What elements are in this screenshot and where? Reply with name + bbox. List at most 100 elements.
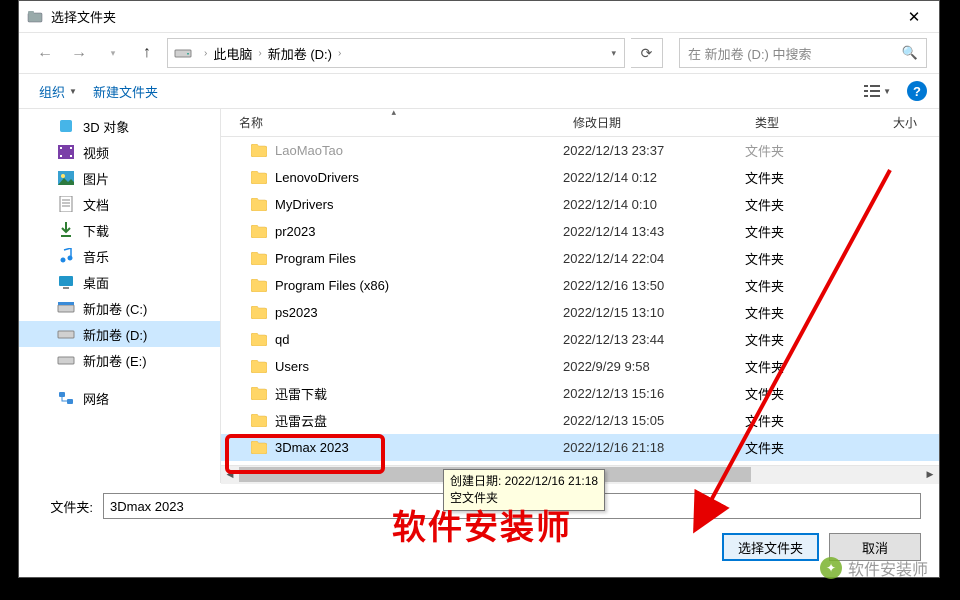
breadcrumb-sep-icon: › [204,48,207,59]
file-type: 文件夹 [745,330,883,349]
drive-icon [174,46,192,60]
network-icon [57,390,75,406]
file-name: pr2023 [275,224,315,239]
column-name[interactable]: ▴名称 [221,109,563,136]
wechat-icon: ✦ [820,557,842,579]
sidebar-item[interactable]: 图片 [19,165,220,191]
folder-picker-dialog: 选择文件夹 ✕ ← → ▾ ↑ › 此电脑 › 新加卷 (D:) › ▾ ⟳ 在… [18,0,940,578]
file-list[interactable]: LaoMaoTao2022/12/13 23:37文件夹LenovoDriver… [221,137,939,465]
desk-icon [57,274,75,290]
sidebar-item[interactable]: 桌面 [19,269,220,295]
video-icon [57,144,75,160]
sidebar-item-network[interactable]: 网络 [19,385,220,411]
search-input[interactable]: 在 新加卷 (D:) 中搜索 🔍 [679,38,927,68]
file-type: 文件夹 [745,411,883,430]
sidebar-item[interactable]: 新加卷 (C:) [19,295,220,321]
file-name: Program Files (x86) [275,278,389,293]
column-headers[interactable]: ▴名称 修改日期 类型 大小 [221,109,939,137]
file-row[interactable]: ps20232022/12/15 13:10文件夹 [221,299,939,326]
address-bar[interactable]: › 此电脑 › 新加卷 (D:) › ▾ [167,38,625,68]
nav-row: ← → ▾ ↑ › 此电脑 › 新加卷 (D:) › ▾ ⟳ 在 新加卷 (D:… [19,33,939,73]
nav-up-button[interactable]: ↑ [133,39,161,67]
file-date: 2022/9/29 9:58 [563,359,745,374]
help-button[interactable]: ? [907,81,927,101]
folder-icon [251,198,267,211]
file-row[interactable]: Program Files2022/12/14 22:04文件夹 [221,245,939,272]
app-icon [27,9,43,25]
file-type: 文件夹 [745,222,883,241]
scroll-left-icon[interactable]: ◀ [221,466,239,484]
sidebar-item[interactable]: 下载 [19,217,220,243]
nav-back-button[interactable]: ← [31,39,59,67]
address-dropdown-icon[interactable]: ▾ [611,48,616,59]
main-area: 3D 对象视频图片文档下载音乐桌面新加卷 (C:)新加卷 (D:)新加卷 (E:… [19,109,939,483]
refresh-button[interactable]: ⟳ [631,38,663,68]
column-size[interactable]: 大小 [883,109,939,136]
file-date: 2022/12/14 0:10 [563,197,745,212]
sidebar-tree[interactable]: 3D 对象视频图片文档下载音乐桌面新加卷 (C:)新加卷 (D:)新加卷 (E:… [19,109,221,483]
search-placeholder: 在 新加卷 (D:) 中搜索 [688,44,902,63]
nav-recent-button[interactable]: ▾ [99,39,127,67]
folder-icon [251,171,267,184]
file-date: 2022/12/13 15:16 [563,386,745,401]
folder-icon [251,144,267,157]
drive-icon [57,326,75,342]
file-name: Users [275,359,309,374]
file-type: 文件夹 [745,168,883,187]
drive-icon [57,352,75,368]
toolbar: 组织▼ 新建文件夹 ▼ ? [19,73,939,109]
select-folder-button[interactable]: 选择文件夹 [722,533,819,561]
file-date: 2022/12/14 0:12 [563,170,745,185]
file-type: 文件夹 [745,303,883,322]
file-row[interactable]: qd2022/12/13 23:44文件夹 [221,326,939,353]
tooltip: 创建日期: 2022/12/16 21:18 空文件夹 [443,469,605,511]
folder-icon [251,387,267,400]
watermark-badge: ✦ 软件安装师 [820,556,928,580]
sidebar-item[interactable]: 3D 对象 [19,113,220,139]
folder-label: 文件夹: [37,497,93,516]
file-row[interactable]: 迅雷云盘2022/12/13 15:05文件夹 [221,407,939,434]
file-row[interactable]: pr20232022/12/14 13:43文件夹 [221,218,939,245]
folder-icon [251,306,267,319]
sidebar-item[interactable]: 新加卷 (E:) [19,347,220,373]
scroll-right-icon[interactable]: ▶ [921,466,939,484]
file-name: LaoMaoTao [275,143,343,158]
sidebar-item[interactable]: 文档 [19,191,220,217]
file-type: 文件夹 [745,438,883,457]
view-mode-button[interactable]: ▼ [858,82,897,100]
organize-button[interactable]: 组织▼ [31,78,85,105]
file-type: 文件夹 [745,141,883,160]
breadcrumb-pc[interactable]: 此电脑 [213,44,252,63]
file-row[interactable]: 迅雷下载2022/12/13 15:16文件夹 [221,380,939,407]
file-type: 文件夹 [745,357,883,376]
close-button[interactable]: ✕ [893,2,935,32]
3d-icon [57,118,75,134]
breadcrumb-drive[interactable]: 新加卷 (D:) [268,44,332,63]
sidebar-item[interactable]: 新加卷 (D:) [19,321,220,347]
file-type: 文件夹 [745,384,883,403]
file-row[interactable]: MyDrivers2022/12/14 0:10文件夹 [221,191,939,218]
footer: 创建日期: 2022/12/16 21:18 空文件夹 文件夹: 选择文件夹 取… [19,483,939,577]
file-row[interactable]: LenovoDrivers2022/12/14 0:12文件夹 [221,164,939,191]
column-date[interactable]: 修改日期 [563,109,745,136]
sidebar-item[interactable]: 视频 [19,139,220,165]
file-row[interactable]: LaoMaoTao2022/12/13 23:37文件夹 [221,137,939,164]
file-name: ps2023 [275,305,318,320]
file-name: 3Dmax 2023 [275,440,349,455]
file-row[interactable]: Users 2022/9/29 9:58文件夹 [221,353,939,380]
file-type: 文件夹 [745,276,883,295]
titlebar: 选择文件夹 ✕ [19,1,939,33]
nav-forward-button: → [65,39,93,67]
file-name: MyDrivers [275,197,334,212]
file-date: 2022/12/16 21:18 [563,440,745,455]
column-type[interactable]: 类型 [745,109,883,136]
file-date: 2022/12/16 13:50 [563,278,745,293]
folder-icon [251,252,267,265]
file-row[interactable]: 3Dmax 2023 2022/12/16 21:18文件夹 [221,434,939,461]
new-folder-button[interactable]: 新建文件夹 [85,78,166,105]
search-icon: 🔍 [902,45,918,61]
file-row[interactable]: Program Files (x86) 2022/12/16 13:50文件夹 [221,272,939,299]
sidebar-item[interactable]: 音乐 [19,243,220,269]
file-name: Program Files [275,251,356,266]
folder-icon [251,225,267,238]
